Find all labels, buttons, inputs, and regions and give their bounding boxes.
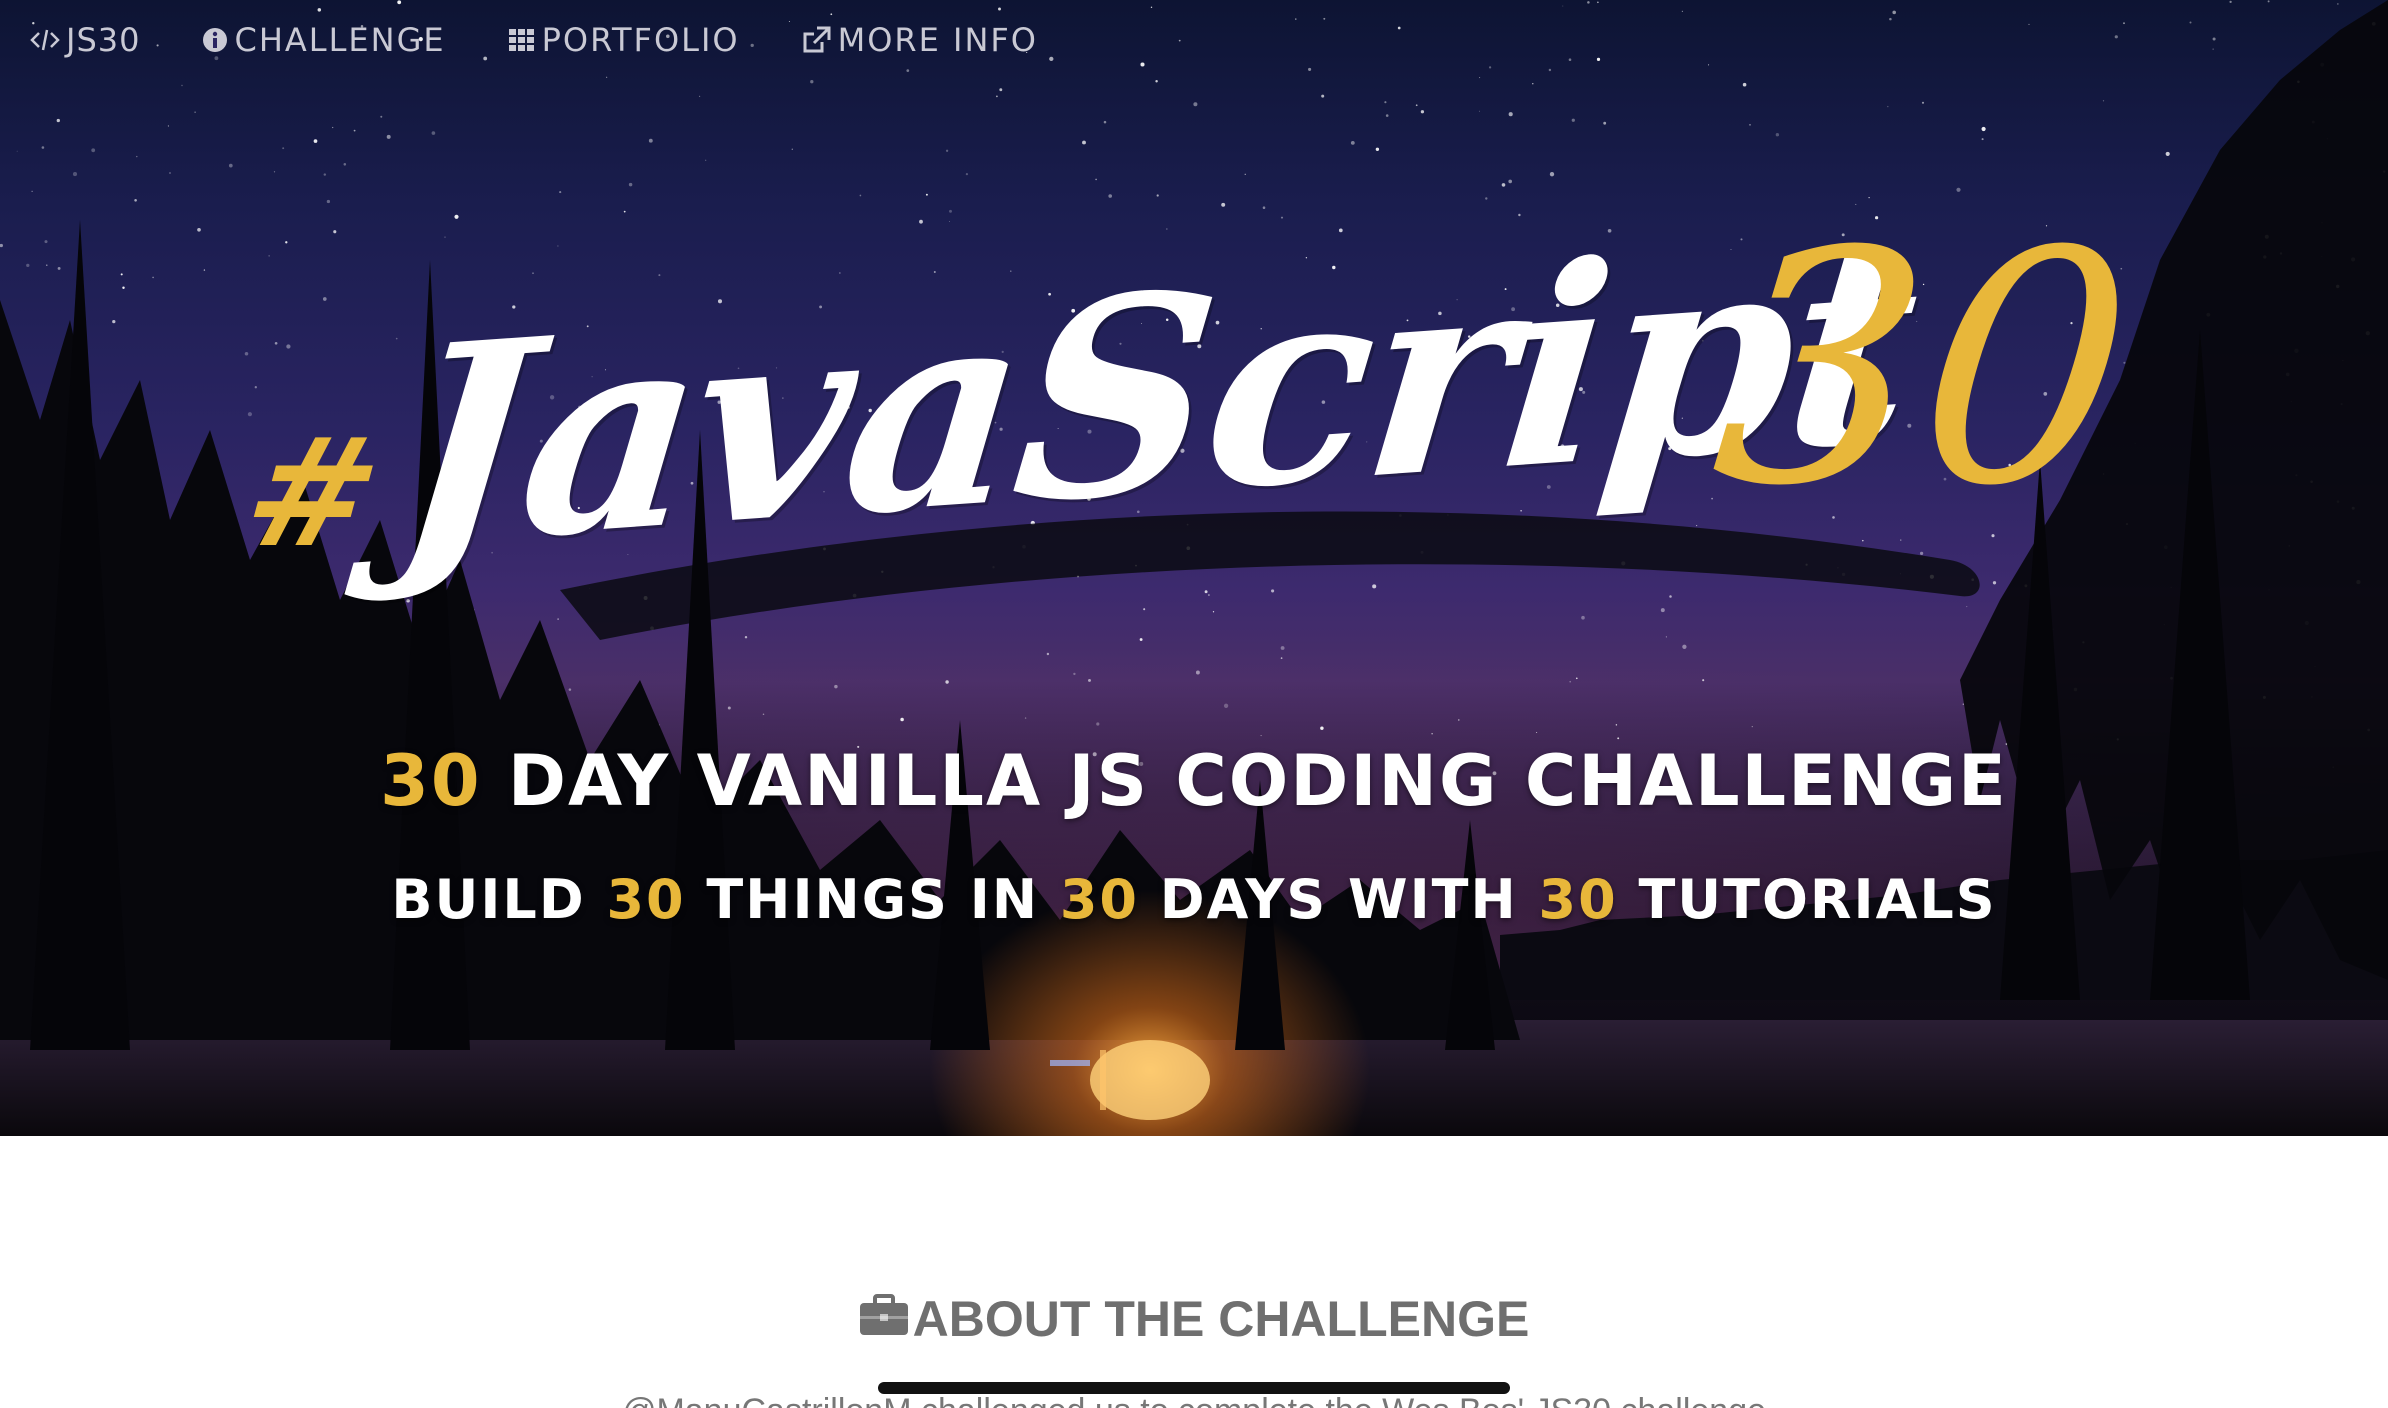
nav-brand-label: JS30 bbox=[66, 21, 141, 59]
briefcase-icon bbox=[859, 1290, 909, 1348]
about-intro-text: @ManuCastrillonM challenged us to comple… bbox=[0, 1392, 2388, 1408]
tagline-text: BUILD bbox=[391, 868, 607, 931]
tagline-text: DAYS WITH bbox=[1138, 868, 1539, 931]
hero-banner: JS30 CHALLENGE PORTFOLIO MORE INFO # Jav… bbox=[0, 0, 2388, 1136]
grid-icon bbox=[508, 27, 536, 53]
nav-brand-link[interactable]: JS30 bbox=[30, 21, 140, 59]
tagline-number: 30 bbox=[1059, 868, 1139, 931]
nav-item-label: PORTFOLIO bbox=[541, 21, 740, 59]
nav-item-label: MORE INFO bbox=[837, 21, 1038, 59]
tagline-text: THINGS IN bbox=[685, 868, 1060, 931]
code-icon bbox=[30, 27, 60, 53]
nav-item-label: CHALLENGE bbox=[234, 21, 446, 59]
info-circle-icon bbox=[202, 27, 228, 53]
hero-tagline: BUILD 30 THINGS IN 30 DAYS WITH 30 TUTOR… bbox=[0, 868, 2388, 931]
tagline-number: 30 bbox=[1538, 868, 1618, 931]
logo-word: JavaScript bbox=[384, 181, 1928, 609]
about-title-text: ABOUT THE CHALLENGE bbox=[912, 1291, 1530, 1347]
top-nav: JS30 CHALLENGE PORTFOLIO MORE INFO bbox=[0, 0, 1100, 80]
external-link-icon bbox=[802, 26, 832, 54]
nav-item-more-info[interactable]: MORE INFO bbox=[802, 21, 1038, 59]
logo-number: 30 bbox=[1700, 184, 2147, 556]
nav-item-challenge[interactable]: CHALLENGE bbox=[202, 21, 445, 59]
subtitle-number: 30 bbox=[380, 740, 482, 822]
hero-subtitle: 30 DAY VANILLA JS CODING CHALLENGE bbox=[0, 740, 2388, 822]
tagline-number: 30 bbox=[606, 868, 686, 931]
subtitle-text: DAY VANILLA JS CODING CHALLENGE bbox=[481, 740, 2008, 822]
javascript30-logo: # JavaScript 30 bbox=[226, 182, 2150, 660]
logo-hash: # bbox=[226, 405, 400, 581]
tagline-text: TUTORIALS bbox=[1617, 868, 1997, 931]
about-section-title: ABOUT THE CHALLENGE bbox=[0, 1290, 2388, 1348]
nav-item-portfolio[interactable]: PORTFOLIO bbox=[508, 21, 740, 59]
